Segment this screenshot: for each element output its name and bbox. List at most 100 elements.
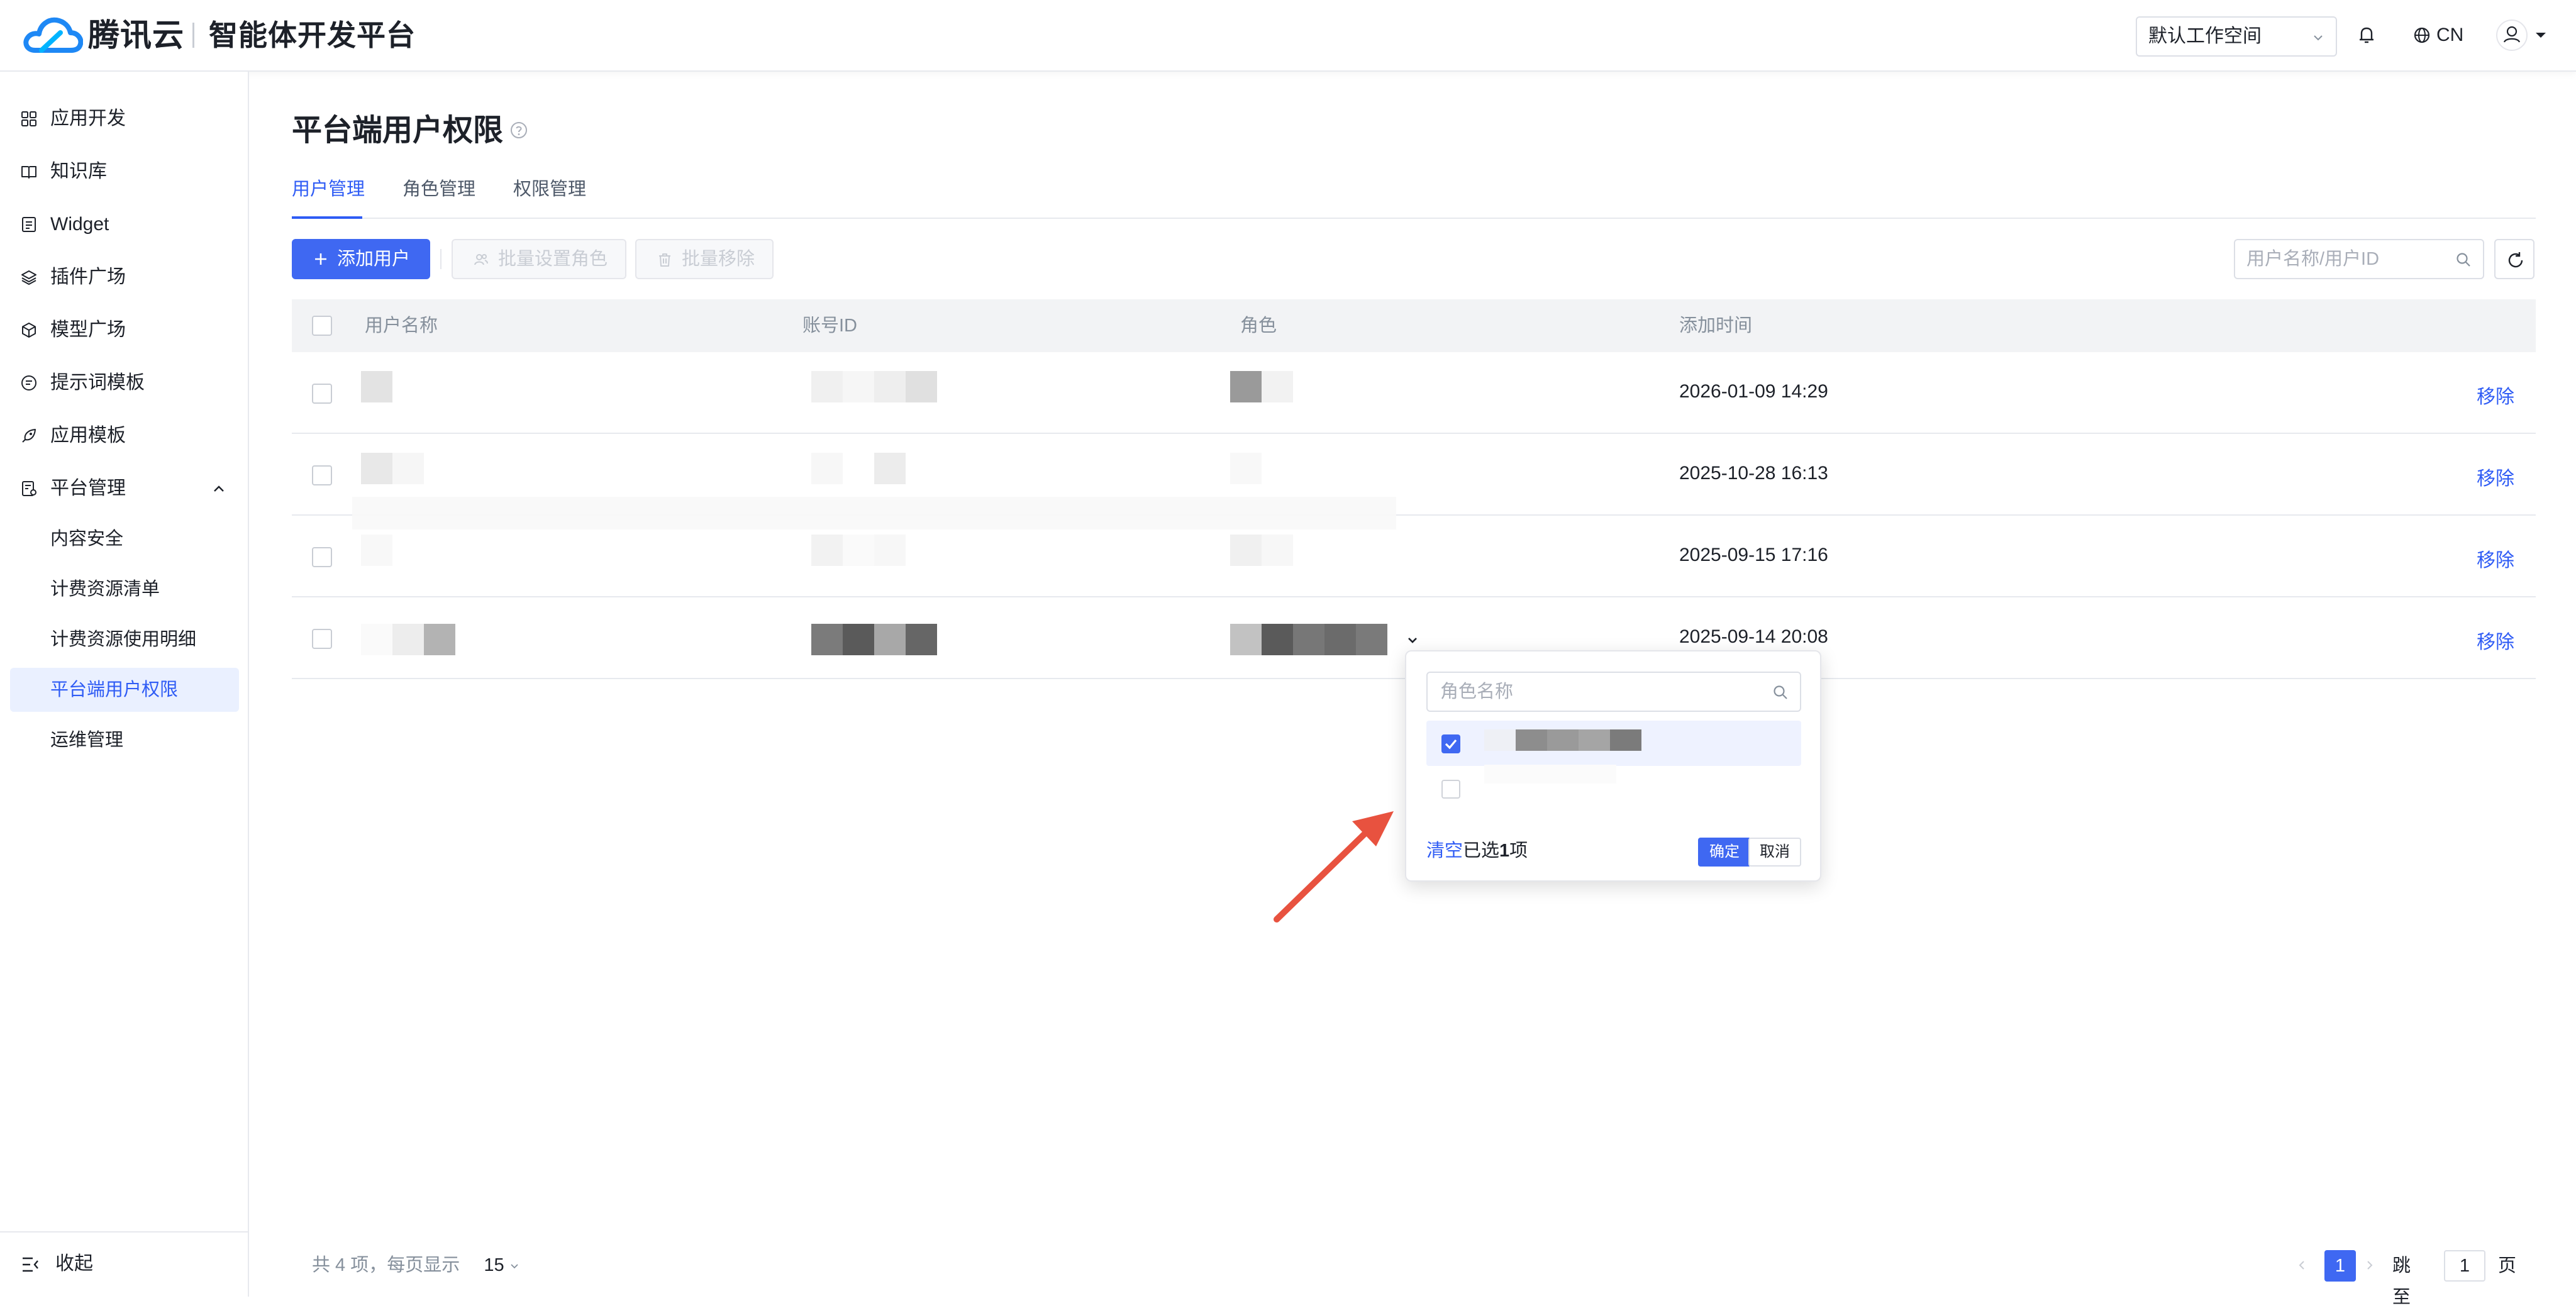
sidebar-item-label: 知识库 xyxy=(50,161,107,182)
checkmark-icon xyxy=(1445,739,1457,750)
role-dropdown-chevron-icon[interactable] xyxy=(1405,633,1420,648)
username-redacted xyxy=(361,453,424,484)
language-label: CN xyxy=(2436,25,2464,45)
sidebar-collapse-button[interactable]: 收起 xyxy=(0,1231,248,1297)
sidebar-item-plugin-square[interactable]: 插件广场 xyxy=(0,255,248,299)
jump-page-input[interactable]: 1 xyxy=(2444,1250,2485,1282)
column-header-account-id: 账号ID xyxy=(802,316,858,336)
row-checkbox[interactable] xyxy=(312,547,332,567)
sidebar-item-label: 平台管理 xyxy=(50,478,126,499)
sidebar-item-app-dev[interactable]: 应用开发 xyxy=(0,97,248,141)
remove-link[interactable]: 移除 xyxy=(2477,463,2514,490)
sidebar-subitem-ops[interactable]: 运维管理 xyxy=(10,718,239,762)
next-page-icon[interactable] xyxy=(2363,1259,2376,1271)
sidebar-item-model-square[interactable]: 模型广场 xyxy=(0,308,248,352)
sidebar-item-platform-management[interactable]: 平台管理 xyxy=(0,467,248,511)
redaction-veil xyxy=(352,497,1396,529)
collapse-icon xyxy=(23,1257,38,1272)
sidebar-subitem-label: 计费资源清单 xyxy=(50,579,160,599)
search-icon[interactable] xyxy=(1772,684,1789,701)
column-header-role: 角色 xyxy=(1240,316,1277,336)
role-option-checkbox[interactable] xyxy=(1441,780,1460,799)
pagination-summary: 共 4 项，每页显示 15 xyxy=(312,1251,519,1279)
trash-icon xyxy=(659,253,670,267)
select-all-checkbox[interactable] xyxy=(312,316,332,336)
username-redacted xyxy=(361,535,392,566)
remove-link[interactable]: 移除 xyxy=(2477,381,2514,409)
sidebar-item-label: 插件广场 xyxy=(50,267,126,287)
sidebar-item-knowledge-base[interactable]: 知识库 xyxy=(0,150,248,194)
role-option-checkbox[interactable] xyxy=(1441,734,1460,753)
role-redacted xyxy=(1230,453,1262,484)
batch-set-role-label: 批量设置角色 xyxy=(498,249,608,269)
manage-icon xyxy=(22,481,36,496)
total-text: 共 4 项，每页显示 xyxy=(312,1255,460,1275)
added-time: 2025-09-14 20:08 xyxy=(1679,626,1828,647)
book-icon xyxy=(21,166,36,179)
column-header-username: 用户名称 xyxy=(365,316,438,336)
sidebar-subitem-label: 计费资源使用明细 xyxy=(50,629,197,650)
sidebar-item-label: Widget xyxy=(50,214,109,235)
clear-selection-link[interactable]: 清空 xyxy=(1426,841,1463,861)
batch-set-role-button[interactable]: 批量设置角色 xyxy=(452,239,626,279)
workspace-select[interactable]: 默认工作空间 xyxy=(2136,16,2337,57)
sidebar: 应用开发 知识库 Widget 插件广场 模型广场 提示词模板 应用模板 平台管… xyxy=(0,72,249,1297)
table-header: 用户名称 账号ID 角色 添加时间 xyxy=(292,299,2536,352)
page-number-current[interactable]: 1 xyxy=(2324,1250,2356,1282)
remove-link[interactable]: 移除 xyxy=(2477,545,2514,572)
sidebar-item-app-template[interactable]: 应用模板 xyxy=(0,414,248,458)
collapse-label: 收起 xyxy=(55,1253,93,1274)
role-option-name-redacted xyxy=(1484,729,1641,751)
add-user-button[interactable]: 添加用户 xyxy=(292,239,430,279)
tab-role-management[interactable]: 角色管理 xyxy=(402,174,475,205)
added-time: 2025-10-28 16:13 xyxy=(1679,463,1828,484)
username-redacted xyxy=(361,371,392,402)
column-header-added-time: 添加时间 xyxy=(1679,316,1753,336)
sidebar-item-prompt-template[interactable]: 提示词模板 xyxy=(0,361,248,405)
tencent-cloud-logo-icon[interactable] xyxy=(23,14,83,57)
layers-icon xyxy=(21,270,36,285)
sidebar-item-widget[interactable]: Widget xyxy=(0,202,248,247)
add-user-label: 添加用户 xyxy=(337,249,411,269)
tab-user-management[interactable]: 用户管理 xyxy=(292,174,365,205)
sidebar-subitem-billing-detail[interactable]: 计费资源使用明细 xyxy=(10,618,239,662)
remove-link[interactable]: 移除 xyxy=(2477,626,2514,654)
search-icon[interactable] xyxy=(2455,252,2472,268)
row-checkbox[interactable] xyxy=(312,384,332,404)
role-option[interactable] xyxy=(1426,765,1801,811)
page-title: 平台端用户权限 xyxy=(292,114,504,147)
refresh-button[interactable] xyxy=(2494,239,2534,279)
top-header: 腾讯云 智能体开发平台 默认工作空间 CN xyxy=(0,0,2576,72)
bell-icon[interactable] xyxy=(2356,24,2377,47)
sidebar-subitem-user-permissions[interactable]: 平台端用户权限 xyxy=(10,668,239,712)
prompt-icon xyxy=(21,375,36,391)
role-search-input[interactable] xyxy=(1439,679,1753,704)
language-switch[interactable]: CN xyxy=(2412,23,2463,48)
toolbar-divider xyxy=(440,249,441,269)
page-size-select[interactable]: 15 xyxy=(484,1255,519,1275)
batch-remove-button[interactable]: 批量移除 xyxy=(635,239,774,279)
tab-label: 用户管理 xyxy=(292,179,365,199)
row-checkbox[interactable] xyxy=(312,465,332,485)
confirm-button[interactable]: 确定 xyxy=(1698,838,1751,867)
page-unit-label: 页 xyxy=(2498,1256,2517,1276)
refresh-icon xyxy=(2508,252,2523,268)
help-icon[interactable] xyxy=(509,121,528,140)
role-redacted xyxy=(1230,624,1387,655)
selected-prefix: 已选 xyxy=(1463,841,1500,861)
tab-permission-management[interactable]: 权限管理 xyxy=(513,174,586,205)
row-checkbox[interactable] xyxy=(312,629,332,649)
account-id-redacted xyxy=(811,371,937,402)
grid-icon xyxy=(21,111,36,126)
prev-page-icon[interactable] xyxy=(2296,1259,2308,1271)
cancel-button[interactable]: 取消 xyxy=(1748,838,1801,867)
sidebar-subitem-billing-list[interactable]: 计费资源清单 xyxy=(10,567,239,611)
workspace-select-value: 默认工作空间 xyxy=(2148,26,2262,47)
user-avatar-menu[interactable] xyxy=(2496,19,2552,52)
role-option[interactable] xyxy=(1426,721,1801,766)
widget-icon xyxy=(22,217,36,232)
sidebar-subitem-content-security[interactable]: 内容安全 xyxy=(10,517,239,561)
sidebar-subitem-label: 内容安全 xyxy=(50,529,124,549)
account-id-redacted xyxy=(811,535,906,566)
user-search-input[interactable] xyxy=(2245,247,2446,272)
